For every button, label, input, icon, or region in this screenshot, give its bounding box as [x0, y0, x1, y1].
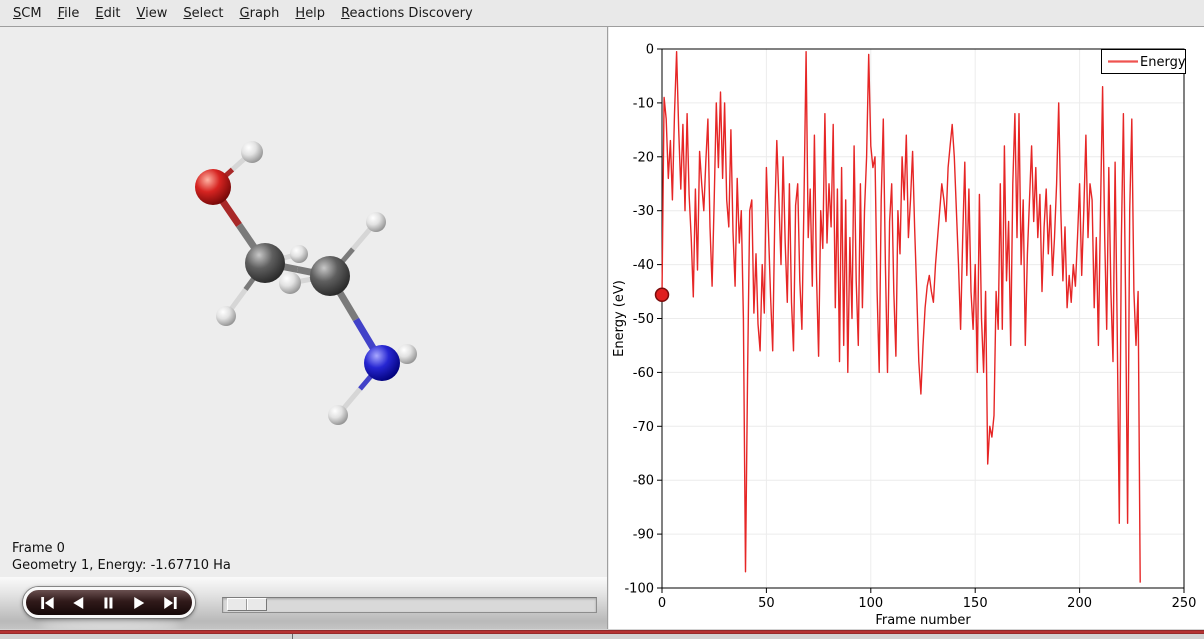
y-tick-label: -70 [633, 420, 654, 435]
atom-h[interactable] [328, 405, 348, 425]
atom-h[interactable] [216, 306, 236, 326]
skip-to-end-button[interactable] [158, 594, 184, 612]
atom-h[interactable] [241, 141, 263, 163]
y-tick-label: -60 [633, 366, 654, 381]
frame-status: Frame 0 Geometry 1, Energy: -1.67710 Ha [12, 540, 231, 574]
legend-label: Energy [1140, 55, 1186, 70]
x-tick-label: 50 [758, 596, 775, 611]
frame-slider-handle[interactable] [227, 598, 267, 611]
player-button-group [23, 587, 195, 618]
y-axis-label: Energy (eV) [612, 280, 627, 357]
atom-o[interactable] [195, 169, 231, 205]
y-tick-label: -10 [633, 96, 654, 111]
skip-to-start-button[interactable] [34, 594, 60, 612]
frame-slider[interactable] [222, 597, 597, 613]
y-tick-label: -90 [633, 528, 654, 543]
atom-h[interactable] [279, 272, 301, 294]
y-tick-label: -40 [633, 258, 654, 273]
menu-item-file[interactable]: File [50, 1, 88, 26]
y-tick-label: 0 [646, 43, 654, 58]
background-window-edge [0, 629, 1204, 639]
menu-item-help[interactable]: Help [287, 1, 333, 26]
y-tick-label: -50 [633, 312, 654, 327]
atom-c[interactable] [310, 256, 350, 296]
y-tick-label: -80 [633, 474, 654, 489]
x-tick-label: 0 [658, 596, 666, 611]
geometry-energy-label: Geometry 1, Energy: -1.67710 Ha [12, 557, 231, 574]
molecule-viewer-pane: Frame 0 Geometry 1, Energy: -1.67710 Ha [0, 27, 608, 629]
menu-item-select[interactable]: Select [175, 1, 231, 26]
pause-icon [101, 596, 116, 610]
molecule-viewport[interactable] [0, 27, 607, 578]
atom-c[interactable] [245, 243, 285, 283]
playback-controls [0, 577, 607, 629]
background-window-red-line [0, 630, 1204, 634]
energy-chart-pane: 0 -10 -20 -30 -40 -50 -60 -70 -80 -90 -100 0 50 100 15… [609, 27, 1204, 629]
legend: Energy [1102, 50, 1186, 74]
menu-item-reactions-discovery[interactable]: Reactions Discovery [333, 1, 481, 26]
play-backward-button[interactable] [65, 594, 91, 612]
skip-to-end-icon [163, 596, 178, 610]
menu-item-view[interactable]: View [129, 1, 176, 26]
y-tick-label: -20 [633, 150, 654, 165]
x-tick-label: 150 [963, 596, 988, 611]
menu-item-graph[interactable]: Graph [232, 1, 288, 26]
x-tick-label: 100 [858, 596, 883, 611]
play-backward-icon [71, 596, 86, 610]
play-forward-icon [132, 596, 147, 610]
atom-h[interactable] [366, 212, 386, 232]
background-window-divider [292, 634, 293, 639]
x-tick-label: 250 [1172, 596, 1197, 611]
atom-h[interactable] [397, 344, 417, 364]
menu-item-scm[interactable]: SCM [5, 1, 50, 26]
y-tick-label: -100 [624, 582, 654, 597]
frame-label: Frame 0 [12, 540, 231, 557]
x-tick-label: 200 [1067, 596, 1092, 611]
atom-n[interactable] [364, 345, 400, 381]
atom-h[interactable] [290, 245, 308, 263]
energy-line [662, 52, 1140, 583]
current-frame-marker[interactable] [656, 288, 669, 301]
menu-item-edit[interactable]: Edit [87, 1, 128, 26]
energy-chart[interactable]: 0 -10 -20 -30 -40 -50 -60 -70 -80 -90 -100 0 50 100 15… [609, 27, 1204, 629]
x-axis-label: Frame number [875, 613, 971, 628]
play-forward-button[interactable] [127, 594, 153, 612]
y-tick-label: -30 [633, 204, 654, 219]
app-window: SCMFileEditViewSelectGraphHelpReactions … [0, 0, 1204, 639]
pause-button[interactable] [96, 594, 122, 612]
skip-to-start-icon [40, 596, 55, 610]
menubar: SCMFileEditViewSelectGraphHelpReactions … [0, 0, 1204, 27]
